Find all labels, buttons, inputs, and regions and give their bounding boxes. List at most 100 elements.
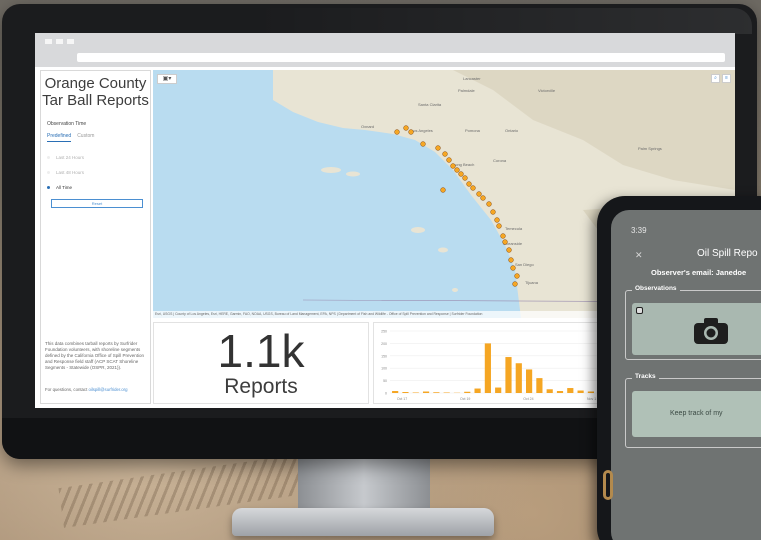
tarball-report-marker[interactable] <box>462 175 468 181</box>
y-tick-label: 250 <box>381 330 387 334</box>
window-control-minimize[interactable] <box>56 39 63 44</box>
option-last-24-hours[interactable]: Last 24 Hours <box>47 150 150 165</box>
chart-bar[interactable] <box>402 392 409 393</box>
tarball-report-marker[interactable] <box>490 209 496 215</box>
chart-bar[interactable] <box>536 378 543 393</box>
tarball-report-marker[interactable] <box>470 185 476 191</box>
radio-selected-icon <box>47 186 50 189</box>
tarball-report-marker[interactable] <box>435 145 441 151</box>
chart-bar[interactable] <box>392 391 399 393</box>
x-tick-label: Oct 19 <box>460 397 470 401</box>
report-count-value: 1.1k <box>217 325 305 377</box>
tarball-report-marker[interactable] <box>442 151 448 157</box>
close-icon[interactable]: ✕ <box>635 250 643 261</box>
monitor-stand-base <box>232 508 494 536</box>
browser-toolbar <box>35 33 735 67</box>
x-tick-label: Oct 24 <box>523 397 533 401</box>
chart-bar[interactable] <box>567 388 574 393</box>
y-tick-label: 50 <box>383 379 387 383</box>
phone-clock: 3:39 <box>631 226 647 235</box>
contact-email-link[interactable]: oilspill@surfrider.org <box>88 387 127 392</box>
map-city-label: Oxnard <box>361 124 374 129</box>
reset-button[interactable]: Reset <box>51 199 143 208</box>
select-checkbox[interactable] <box>636 307 643 314</box>
chart-bar[interactable] <box>422 391 430 393</box>
chart-bar[interactable] <box>546 389 553 393</box>
island-5 <box>452 288 458 292</box>
island-4 <box>438 247 448 253</box>
zoom-to-icon[interactable]: ⌕ <box>711 74 720 83</box>
window-control-maximize[interactable] <box>67 39 74 44</box>
tarball-report-marker[interactable] <box>420 141 426 147</box>
window-controls <box>45 39 74 44</box>
tarball-report-marker[interactable] <box>508 257 514 263</box>
camera-icon <box>694 318 728 344</box>
tarball-report-marker[interactable] <box>514 273 520 279</box>
option-last-48-hours[interactable]: Last 48 Hours <box>47 165 150 180</box>
tarball-report-marker[interactable] <box>408 129 414 135</box>
tarball-report-marker[interactable] <box>500 233 506 239</box>
contact-line: For questions, contact oilspill@surfride… <box>45 387 148 392</box>
filter-panel: Orange County Tar Ball Reports Observati… <box>40 70 151 404</box>
basemap-toggle-button[interactable]: ▣▾ <box>157 74 177 84</box>
map-city-label: Victorville <box>538 88 556 93</box>
address-bar[interactable] <box>77 53 725 62</box>
add-photo-area[interactable] <box>632 303 761 355</box>
tab-custom[interactable]: Custom <box>77 133 94 142</box>
monitor-stand <box>298 456 430 516</box>
tarball-report-marker[interactable] <box>466 181 472 187</box>
tarball-report-marker[interactable] <box>446 157 452 163</box>
tarball-report-marker[interactable] <box>454 167 460 173</box>
chart-bar[interactable] <box>515 363 522 393</box>
chart-bar[interactable] <box>433 392 440 393</box>
phone-app-title: Oil Spill Repo <box>697 248 758 259</box>
tarball-report-marker[interactable] <box>512 281 518 287</box>
y-tick-label: 100 <box>381 367 387 371</box>
option-label: Last 48 Hours <box>56 170 85 175</box>
window-control-close[interactable] <box>45 39 52 44</box>
contact-prefix: For questions, contact <box>45 387 88 392</box>
keep-track-button[interactable]: Keep track of my <box>632 391 761 437</box>
chart-bar[interactable] <box>495 387 502 393</box>
time-options: Last 24 Hours Last 48 Hours All Time <box>47 150 150 195</box>
phone-screen: 3:39 ✕ Oil Spill Repo Observer's email: … <box>611 210 761 540</box>
tarball-report-marker[interactable] <box>480 195 486 201</box>
tarball-report-marker[interactable] <box>496 223 502 229</box>
chart-bar[interactable] <box>526 369 533 393</box>
report-count-label: Reports <box>224 375 298 398</box>
map-city-label: Ontario <box>505 128 519 133</box>
layers-icon[interactable]: ≡ <box>722 74 731 83</box>
tarball-report-marker[interactable] <box>502 239 508 245</box>
tarball-report-marker[interactable] <box>486 201 492 207</box>
chart-bar[interactable] <box>587 391 594 393</box>
chart-bar[interactable] <box>464 391 471 393</box>
island-3 <box>411 227 425 233</box>
tarball-report-marker[interactable] <box>458 171 464 177</box>
chart-bar[interactable] <box>474 388 481 393</box>
x-tick-label: Nov 1 <box>587 397 596 401</box>
option-all-time[interactable]: All Time <box>47 180 150 195</box>
island-1 <box>321 167 341 173</box>
chart-bar[interactable] <box>577 390 584 393</box>
tarball-report-marker[interactable] <box>476 191 482 197</box>
map-city-label: Palmdale <box>458 88 475 93</box>
observations-legend: Observations <box>632 285 680 292</box>
chart-bar[interactable] <box>484 343 491 393</box>
chart-bar[interactable] <box>556 391 564 393</box>
map-city-label: Long Beach <box>453 162 474 167</box>
map-city-label: Lancaster <box>463 76 481 81</box>
map-city-label: Palm Springs <box>638 146 662 151</box>
tab-predefined[interactable]: Predefined <box>47 133 72 142</box>
phone: 3:39 ✕ Oil Spill Repo Observer's email: … <box>597 196 761 540</box>
tarball-report-marker[interactable] <box>394 129 400 135</box>
monitor-glare <box>252 8 752 34</box>
tarball-report-marker[interactable] <box>450 163 456 169</box>
ring <box>603 470 613 500</box>
tarball-report-marker[interactable] <box>403 125 409 131</box>
tarball-report-marker[interactable] <box>440 187 446 193</box>
map-city-label: Temecula <box>505 226 523 231</box>
tarball-report-marker[interactable] <box>494 217 500 223</box>
tarball-report-marker[interactable] <box>510 265 516 271</box>
tarball-report-marker[interactable] <box>506 247 512 253</box>
chart-bar[interactable] <box>505 357 512 393</box>
